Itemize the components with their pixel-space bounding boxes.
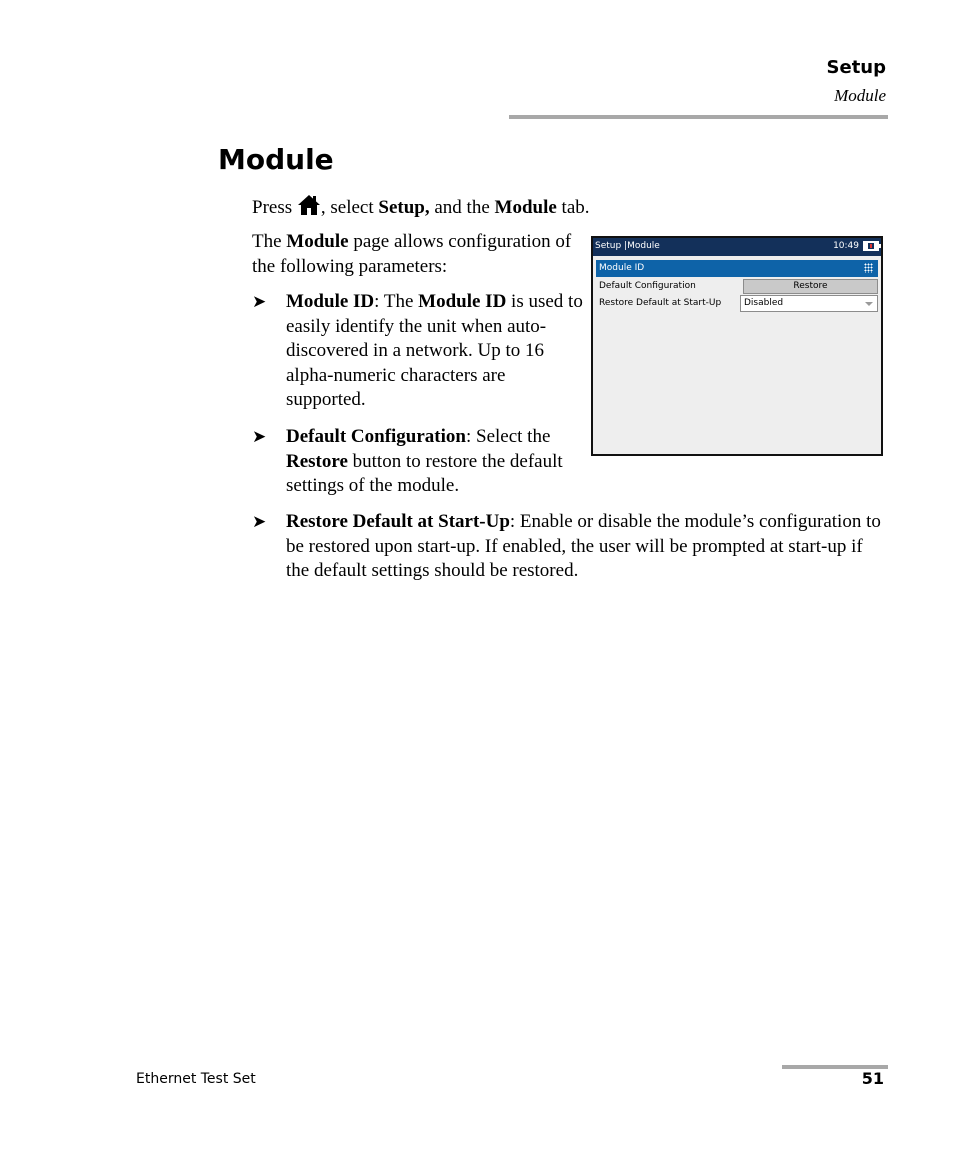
module-term: Module <box>494 197 557 218</box>
battery-charging-icon <box>863 241 881 251</box>
running-header-section: Setup <box>826 57 886 78</box>
bullet-text: Module ID: The Module ID is used to easi… <box>286 290 588 413</box>
page-number: 51 <box>861 1069 884 1088</box>
text: , select <box>320 197 379 218</box>
keypad-icon[interactable] <box>864 263 873 273</box>
module-id-label: Module ID <box>599 263 645 273</box>
text: : Select the <box>465 426 551 447</box>
text: The <box>252 231 287 252</box>
text: : The <box>374 291 419 312</box>
text: tab. <box>556 197 590 218</box>
restore-default-startup-select[interactable]: Disabled <box>740 295 878 312</box>
bullet-text: Default Configuration: Select the Restor… <box>286 425 588 499</box>
footer-doc-title: Ethernet Test Set <box>136 1071 256 1087</box>
device-titlebar: Setup |Module 10:49 <box>593 238 881 256</box>
term: Default Configuration <box>286 426 466 447</box>
default-configuration-label: Default Configuration <box>599 281 696 291</box>
restore-default-startup-label: Restore Default at Start-Up <box>599 298 722 308</box>
text: Press <box>252 197 297 218</box>
module-term: Module <box>286 231 349 252</box>
intro-paragraph: The Module page allows configuration of … <box>252 230 587 279</box>
device-clock: 10:49 <box>833 241 859 251</box>
home-icon <box>297 195 320 215</box>
running-header-subsection: Module <box>834 86 886 105</box>
page-title: Module <box>218 143 334 176</box>
bullet-text: Restore Default at Start-Up: Enable or d… <box>286 510 886 584</box>
term: Module ID <box>286 291 375 312</box>
bullet-arrow-icon: ➤ <box>252 512 267 531</box>
term: Restore Default at Start-Up <box>286 511 510 532</box>
device-title: Setup |Module <box>595 241 660 251</box>
bullet-arrow-icon: ➤ <box>252 292 267 311</box>
restore-default-startup-row: Restore Default at Start-Up Disabled <box>596 295 878 312</box>
device-screenshot: Setup |Module 10:49 Module ID Default Co… <box>591 236 883 456</box>
bullet-arrow-icon: ➤ <box>252 427 267 446</box>
restore-button[interactable]: Restore <box>743 279 878 294</box>
instruction-paragraph: Press , select Setup, and the Module tab… <box>252 194 590 221</box>
select-value: Disabled <box>744 298 784 308</box>
text: and the <box>429 197 495 218</box>
setup-term: Setup, <box>378 197 430 218</box>
chevron-down-icon[interactable] <box>865 302 873 306</box>
module-id-row[interactable]: Module ID <box>596 260 878 277</box>
term: Module ID <box>418 291 507 312</box>
term: Restore <box>286 450 348 472</box>
default-configuration-row: Default Configuration Restore <box>596 278 878 295</box>
header-rule <box>509 115 888 119</box>
